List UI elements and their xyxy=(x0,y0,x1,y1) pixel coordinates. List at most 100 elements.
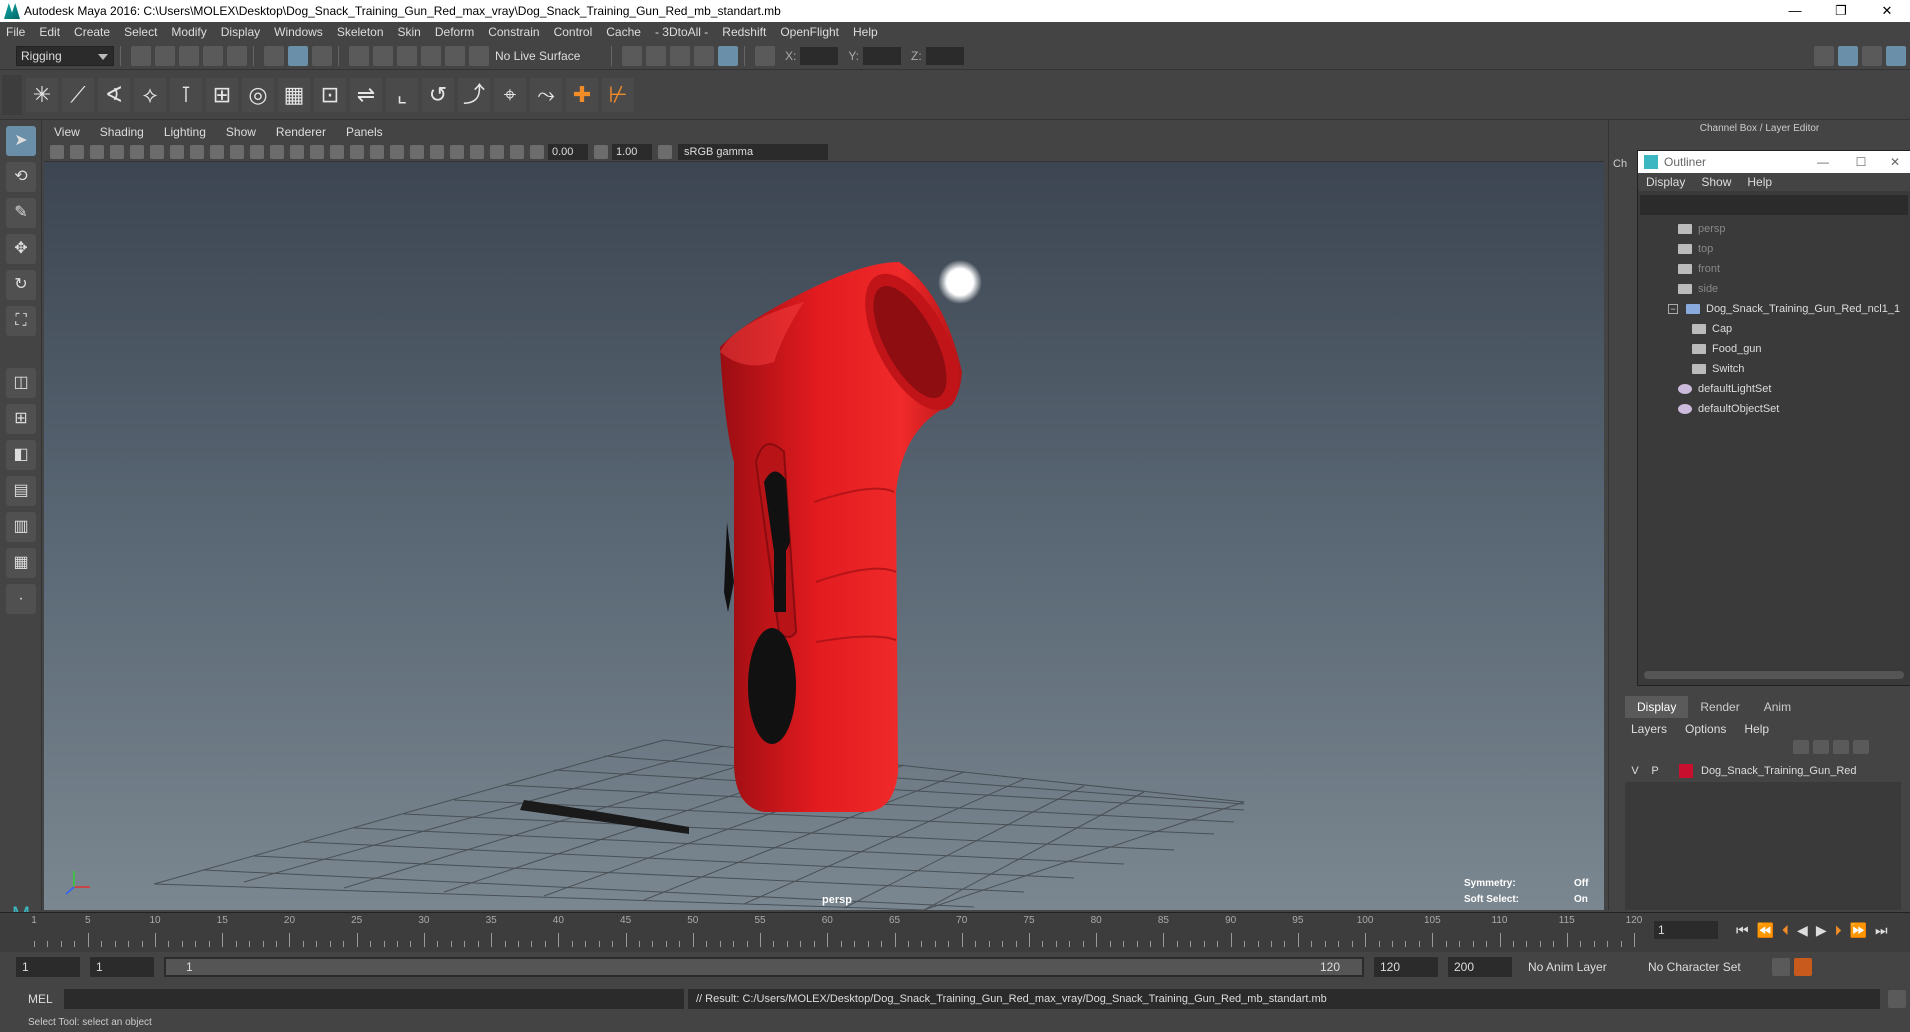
isolate-select-icon[interactable] xyxy=(510,144,524,159)
menu-file[interactable]: File xyxy=(6,25,25,39)
select-component-icon[interactable] xyxy=(312,45,332,66)
menu-modify[interactable]: Modify xyxy=(171,25,206,39)
lasso-tool-icon[interactable]: ⟲ xyxy=(6,162,36,192)
layer-color-swatch[interactable] xyxy=(1679,764,1693,778)
gamma-icon[interactable] xyxy=(594,144,608,159)
ik-handle-icon[interactable]: ⟋ xyxy=(62,77,94,112)
redo-icon[interactable] xyxy=(227,45,247,66)
vp-menu-panels[interactable]: Panels xyxy=(346,125,383,139)
outliner-horizontal-scrollbar[interactable] xyxy=(1644,671,1904,679)
tab-anim[interactable]: Anim xyxy=(1752,696,1803,718)
gate-mask-icon[interactable] xyxy=(230,144,244,159)
outliner-close-button[interactable]: ✕ xyxy=(1880,155,1910,169)
camera-select-icon[interactable] xyxy=(50,144,64,159)
channel-box-tab[interactable]: Ch xyxy=(1613,158,1627,170)
restore-button[interactable]: ❐ xyxy=(1818,0,1864,22)
menu-redshift[interactable]: Redshift xyxy=(722,25,766,39)
perspective-viewport[interactable]: persp Symmetry: Off Soft Select: On xyxy=(44,162,1604,910)
move-tool-icon[interactable]: ✥ xyxy=(6,234,36,264)
persp-graph-layout-icon[interactable]: ▤ xyxy=(6,476,36,506)
hypershade-layout-icon[interactable]: ▦ xyxy=(6,548,36,578)
auto-key-icon[interactable] xyxy=(1772,958,1790,976)
wireframe-on-shaded-icon[interactable] xyxy=(330,144,344,159)
layer-row[interactable]: V P Dog_Snack_Training_Gun_Red xyxy=(1625,760,1901,782)
coord-y[interactable]: Y: xyxy=(848,46,902,65)
play-backwards-icon[interactable]: ◀ xyxy=(1797,922,1808,939)
transform-mode-icon[interactable] xyxy=(755,45,775,66)
grid-toggle-icon[interactable] xyxy=(170,144,184,159)
color-management-icon[interactable] xyxy=(658,144,672,159)
new-layer-icon[interactable] xyxy=(1833,740,1849,754)
anim-layer-dropdown[interactable]: No Anim Layer xyxy=(1528,960,1640,974)
step-forward-icon[interactable]: ⏩ xyxy=(1850,922,1867,939)
snap-point-icon[interactable] xyxy=(397,45,417,66)
outliner-item[interactable]: − Dog_Snack_Training_Gun_Red_ncl1_1 xyxy=(1668,299,1910,319)
safe-action-icon[interactable] xyxy=(270,144,284,159)
shadows-icon[interactable] xyxy=(430,144,444,159)
antialias-icon[interactable] xyxy=(470,144,484,159)
snap-grid-icon[interactable] xyxy=(349,45,369,66)
render-settings-icon[interactable] xyxy=(670,45,690,66)
lights-icon[interactable] xyxy=(410,144,424,159)
playback-end-field[interactable]: 120 xyxy=(1374,957,1438,977)
ambient-occlusion-icon[interactable] xyxy=(450,144,464,159)
outliner-item[interactable]: Cap xyxy=(1668,319,1910,339)
layer-playback-toggle[interactable]: P xyxy=(1645,765,1665,777)
film-gate-icon[interactable] xyxy=(190,144,204,159)
anim-preferences-icon[interactable] xyxy=(1794,958,1812,976)
menu-display[interactable]: Display xyxy=(221,25,260,39)
wireframe-shading-icon[interactable] xyxy=(290,144,304,159)
paint-select-icon[interactable]: ✎ xyxy=(6,198,36,228)
vp-menu-shading[interactable]: Shading xyxy=(100,125,144,139)
go-to-end-icon[interactable]: ⏭ xyxy=(1875,922,1888,939)
menu-help[interactable]: Help xyxy=(853,25,878,39)
outliner-persp-graph-icon[interactable]: ▥ xyxy=(6,512,36,542)
new-layer-selected-icon[interactable] xyxy=(1853,740,1869,754)
range-slider[interactable]: 1 120 xyxy=(164,957,1364,977)
outliner-menu-display[interactable]: Display xyxy=(1646,175,1685,189)
menu-create[interactable]: Create xyxy=(74,25,110,39)
menu-cache[interactable]: Cache xyxy=(606,25,641,39)
channel-box-icon[interactable] xyxy=(1886,45,1906,66)
outliner-menu-show[interactable]: Show xyxy=(1701,175,1731,189)
menu-deform[interactable]: Deform xyxy=(435,25,474,39)
time-slider[interactable]: 1 5 10 15 20 25 30 35 40 45 50 55 60 65 70 75 80 85 90 95 10… xyxy=(0,912,1910,952)
camera-attributes-icon[interactable] xyxy=(70,144,84,159)
more-layouts-icon[interactable]: · xyxy=(6,584,36,614)
move-layer-up-icon[interactable] xyxy=(1793,740,1809,754)
exposure-icon[interactable] xyxy=(530,144,544,159)
layer-menu-layers[interactable]: Layers xyxy=(1631,722,1667,736)
end-time-field[interactable]: 200 xyxy=(1448,957,1512,977)
wireframe-toggle-icon[interactable] xyxy=(150,144,164,159)
render-frame-icon[interactable] xyxy=(622,45,642,66)
tab-display[interactable]: Display xyxy=(1625,696,1689,718)
point-constraint-icon[interactable]: ⌞ xyxy=(386,77,418,112)
select-tool-icon[interactable]: ➤ xyxy=(6,126,36,156)
vp-menu-renderer[interactable]: Renderer xyxy=(276,125,326,139)
menu-openflight[interactable]: OpenFlight xyxy=(780,25,839,39)
layer-menu-options[interactable]: Options xyxy=(1685,722,1726,736)
locator-icon[interactable]: ✚ xyxy=(566,77,598,112)
snap-view-icon[interactable] xyxy=(421,45,441,66)
layer-menu-help[interactable]: Help xyxy=(1744,722,1769,736)
outliner-item[interactable]: top xyxy=(1668,239,1910,259)
ipr-render-icon[interactable] xyxy=(646,45,666,66)
move-layer-down-icon[interactable] xyxy=(1813,740,1829,754)
shelf-options-icon[interactable] xyxy=(2,74,22,115)
undo-icon[interactable] xyxy=(203,45,223,66)
make-live-icon[interactable] xyxy=(469,45,489,66)
script-editor-icon[interactable] xyxy=(1888,990,1906,1008)
step-back-key-icon[interactable]: ⏴ xyxy=(1782,922,1789,939)
outliner-item[interactable]: defaultLightSet xyxy=(1668,379,1910,399)
coord-x[interactable]: X: xyxy=(785,46,839,65)
mirror-joint-icon[interactable]: ⊺ xyxy=(170,77,202,112)
outliner-maximize-button[interactable]: ☐ xyxy=(1842,155,1880,169)
blend-shape-icon[interactable]: ⇌ xyxy=(350,77,382,112)
depth-of-field-icon[interactable] xyxy=(490,144,504,159)
hypershade-icon[interactable] xyxy=(694,45,714,66)
smooth-shade-icon[interactable] xyxy=(310,144,324,159)
vp-menu-lighting[interactable]: Lighting xyxy=(164,125,206,139)
lattice-icon[interactable]: ▦ xyxy=(278,77,310,112)
insert-joint-icon[interactable]: ⟡ xyxy=(134,77,166,112)
xray-joints-icon[interactable] xyxy=(370,144,384,159)
